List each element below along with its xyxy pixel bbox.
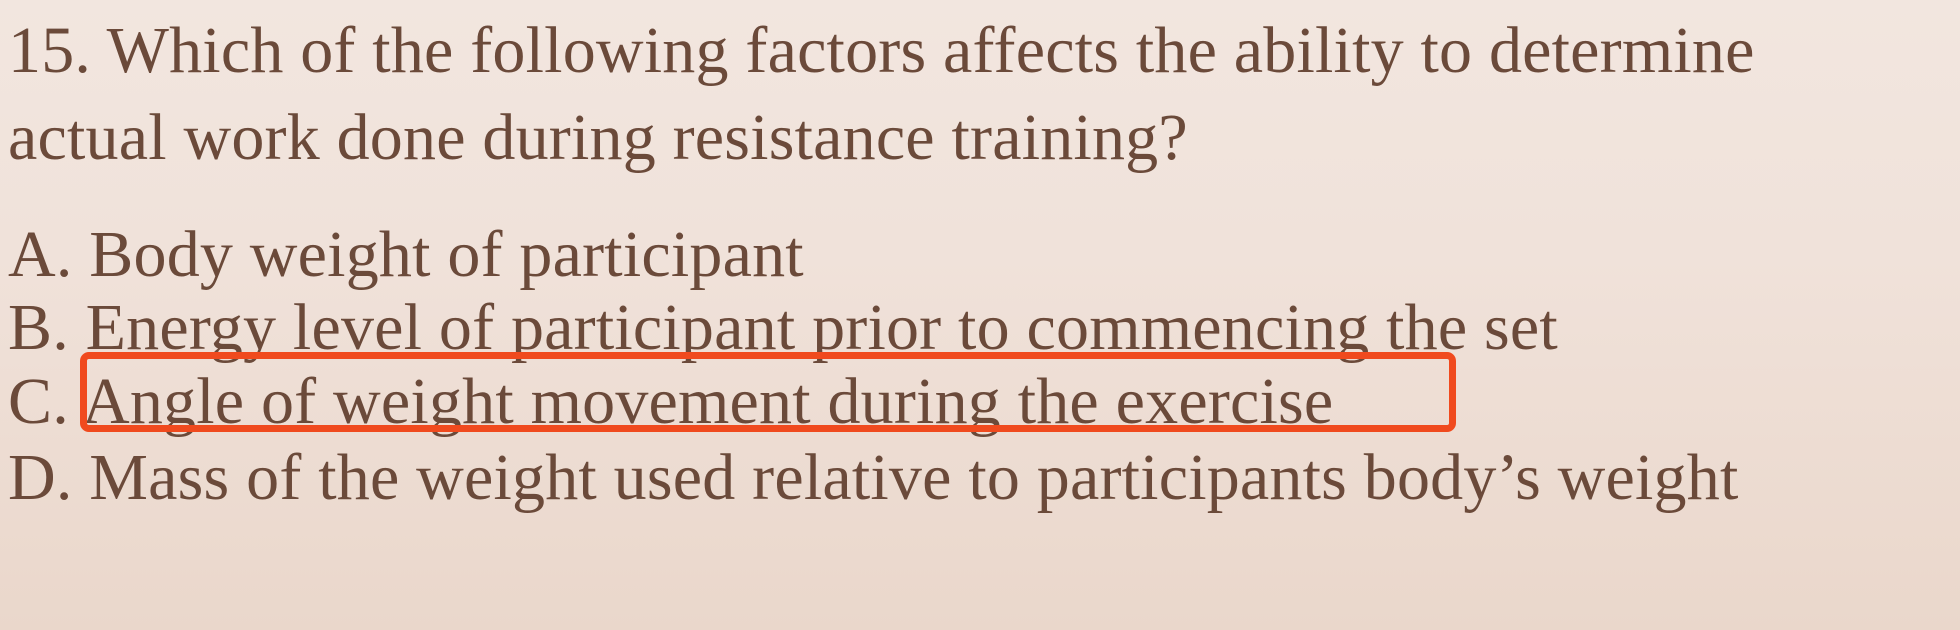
option-a-text: Body weight of participant [72, 218, 804, 291]
option-a: A. Body weight of participant [8, 222, 804, 288]
option-b: B. Energy level of participant prior to … [8, 295, 1558, 361]
question-text-line-1: 15. Which of the following factors affec… [8, 14, 1755, 87]
option-b-text: Energy level of participant prior to com… [68, 291, 1558, 364]
option-a-letter: A. [8, 218, 73, 291]
quiz-slide: 15. Which of the following factors affec… [0, 0, 1960, 630]
question-text-line-2: actual work done during resistance train… [8, 101, 1188, 174]
option-b-letter: B. [8, 291, 69, 364]
option-d-text: Mass of the weight used relative to part… [72, 441, 1739, 514]
option-c-letter: C. [8, 365, 69, 438]
option-d-letter: D. [8, 441, 73, 514]
option-c: C. Angle of weight movement during the e… [8, 369, 1333, 435]
option-d: D. Mass of the weight used relative to p… [8, 445, 1739, 511]
option-c-text: Angle of weight movement during the exer… [68, 365, 1334, 438]
